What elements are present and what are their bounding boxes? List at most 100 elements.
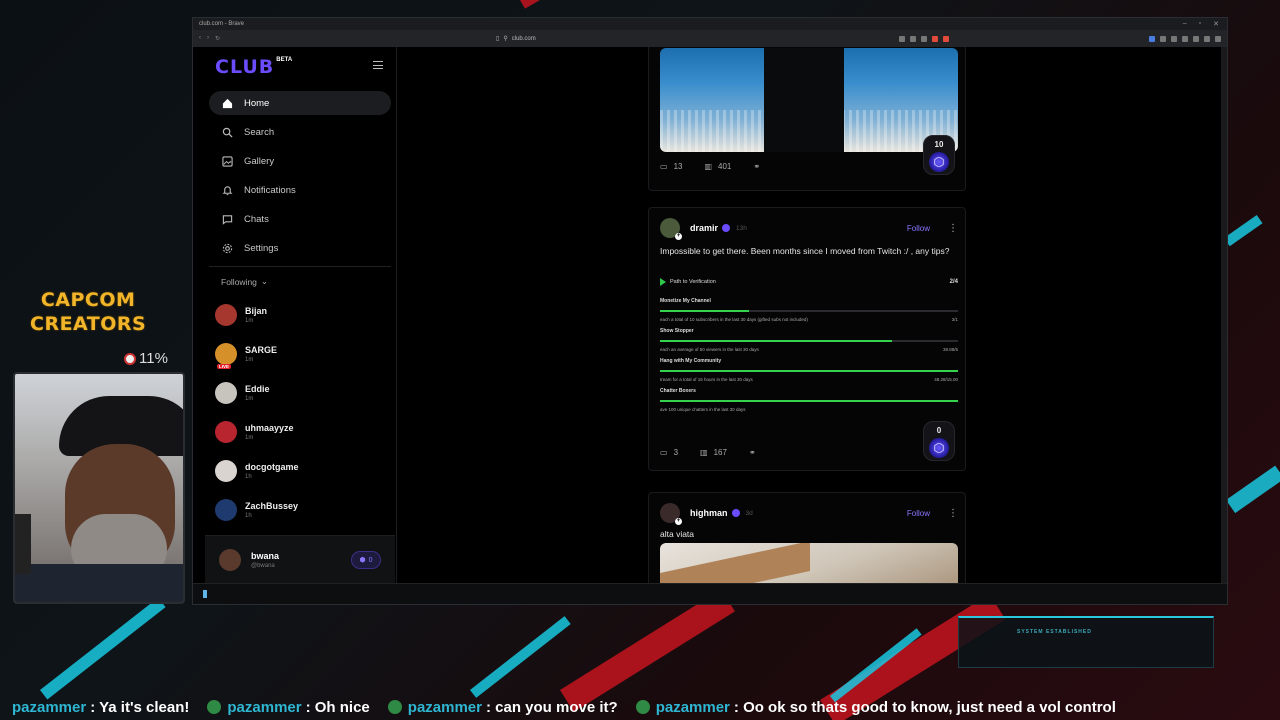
verification-card[interactable]: Path to Verification 2/4 Monetize My Cha… xyxy=(660,278,958,418)
system-panel: SYSTEM ESTABLISHED xyxy=(958,616,1214,668)
nav-label: Search xyxy=(244,126,275,138)
title-bar: club.com - Brave – ▫ ✕ xyxy=(193,18,1227,30)
flag-icon xyxy=(660,278,666,286)
following-name: Eddie xyxy=(245,383,270,394)
task-value: 38.88/5 xyxy=(942,347,958,352)
logo[interactable]: CLUB BETA xyxy=(215,57,292,77)
follow-button[interactable]: Follow xyxy=(907,509,930,518)
nav-label: Gallery xyxy=(244,155,275,167)
url-field[interactable]: ▯ ⚲ club.com xyxy=(496,35,536,43)
post-stats: ▭ 13 ▥ 401 ⚭ xyxy=(660,162,760,171)
post: ▭ 13 ▥ 401 ⚭ 10 xyxy=(648,47,966,191)
following-item[interactable]: Eddie 1m xyxy=(215,373,395,412)
progress-fill xyxy=(660,310,750,312)
sidebar-divider xyxy=(209,266,391,267)
extension-icon[interactable] xyxy=(921,35,927,42)
following-item[interactable]: Bijan 1m xyxy=(215,295,395,334)
coin-balance[interactable]: ⬢ 0 xyxy=(351,551,381,569)
chat-text: Ya it's clean! xyxy=(99,698,190,716)
extension-icon[interactable] xyxy=(1193,35,1199,42)
view-count: 401 xyxy=(718,162,732,171)
nav-label: Chats xyxy=(244,213,269,225)
record-icon xyxy=(124,352,136,365)
nav-item-chats[interactable]: Chats xyxy=(209,207,391,231)
coin-icon: ⬢ xyxy=(359,557,366,564)
menu-icon[interactable] xyxy=(1215,35,1221,42)
following-item[interactable]: LIVE SARGE 1m xyxy=(215,334,395,373)
comment-icon[interactable]: ▭ xyxy=(660,448,668,457)
more-options-icon[interactable]: ⋮ xyxy=(948,223,958,234)
plus-icon[interactable]: + xyxy=(675,233,682,240)
nav-item-notifications[interactable]: Notifications xyxy=(209,178,391,202)
capcom-creators-logo: CAPCOM CREATORS xyxy=(30,288,146,336)
coin-count: 0 xyxy=(368,556,373,564)
microphone xyxy=(15,514,31,574)
post-image[interactable] xyxy=(660,48,958,152)
extension-icon[interactable] xyxy=(1160,35,1166,42)
more-options-icon[interactable]: ⋮ xyxy=(948,508,958,519)
extension-icon[interactable] xyxy=(1204,35,1210,42)
globe-icon xyxy=(387,700,402,714)
current-user[interactable]: bwana @bwana ⬢ 0 xyxy=(205,535,395,584)
nav-item-settings[interactable]: Settings xyxy=(209,236,391,260)
stripe-cyan xyxy=(1224,215,1263,247)
globe-icon xyxy=(635,700,650,714)
following-item[interactable]: ZachBussey 1h xyxy=(215,490,395,529)
tip-badge[interactable]: 10 xyxy=(923,135,955,175)
extension-icon[interactable] xyxy=(1171,35,1177,42)
tip-badge[interactable]: 0 xyxy=(923,421,955,461)
progress-fill xyxy=(660,400,958,402)
progress-bar xyxy=(660,400,958,402)
maximize-icon[interactable]: ▫ xyxy=(1199,20,1201,28)
extension-icon[interactable] xyxy=(910,35,916,42)
address-bar: ‹ › ↻ ▯ ⚲ club.com xyxy=(193,30,1227,47)
extension-icon[interactable] xyxy=(1182,35,1188,42)
minimize-icon[interactable]: – xyxy=(1183,20,1187,28)
following-item[interactable]: uhmaayyze 1m xyxy=(215,412,395,451)
following-item[interactable]: docgotgame 1h xyxy=(215,451,395,490)
post-author[interactable]: dramir xyxy=(690,223,718,233)
stripe-cyan xyxy=(1226,465,1280,514)
chat-text: Oo ok so thats good to know, just need a… xyxy=(743,698,1116,716)
extension-icon[interactable] xyxy=(899,35,905,42)
browser-side-panel xyxy=(1221,47,1227,584)
stream-overlay: CAPCOM CREATORS 11% club.com - Brave – ▫… xyxy=(0,0,1280,720)
post-image[interactable] xyxy=(660,543,958,584)
feed: ▭ 13 ▥ 401 ⚭ 10 + dramir 13h Follow ⋮ Im… xyxy=(648,47,966,584)
extension-icon[interactable] xyxy=(1149,35,1155,42)
nav-item-search[interactable]: Search xyxy=(209,120,391,144)
views-icon: ▥ xyxy=(704,162,713,171)
link-icon[interactable]: ⚭ xyxy=(749,448,756,457)
close-icon[interactable]: ✕ xyxy=(1213,20,1219,28)
avatar xyxy=(215,498,237,521)
avatar[interactable]: + xyxy=(660,218,682,240)
follow-button[interactable]: Follow xyxy=(907,224,930,233)
reload-icon[interactable]: ↻ xyxy=(215,35,220,42)
status-bar xyxy=(193,583,1227,604)
following-time: 1m xyxy=(245,395,254,402)
verified-icon xyxy=(722,224,731,232)
following-time: 1m xyxy=(245,356,254,363)
following-header[interactable]: Following ⌄ xyxy=(221,276,268,287)
post-author[interactable]: highman xyxy=(690,508,728,518)
verification-title: Path to Verification xyxy=(670,279,716,285)
task-description: each an average of 50 viewers in the las… xyxy=(660,347,759,352)
gear-icon xyxy=(221,242,233,254)
comment-icon[interactable]: ▭ xyxy=(660,162,668,171)
forward-icon[interactable]: › xyxy=(207,35,209,42)
club-page: CLUB BETA Home Search Gallery Notificati… xyxy=(193,47,1223,584)
hamburger-menu-icon[interactable] xyxy=(373,61,383,69)
plus-icon[interactable]: + xyxy=(675,518,682,525)
avatar[interactable]: + xyxy=(660,503,682,525)
wood-plank xyxy=(660,543,810,584)
home-icon xyxy=(221,97,233,109)
brave-shield-icon[interactable] xyxy=(932,35,938,42)
brave-rewards-icon[interactable] xyxy=(943,35,949,42)
nav-item-home[interactable]: Home xyxy=(209,91,391,115)
bookmark-icon[interactable]: ▯ xyxy=(496,35,499,42)
nav-item-gallery[interactable]: Gallery xyxy=(209,149,391,173)
chat-user: pazammer xyxy=(12,698,87,716)
back-icon[interactable]: ‹ xyxy=(199,35,201,42)
link-icon[interactable]: ⚭ xyxy=(753,162,760,171)
